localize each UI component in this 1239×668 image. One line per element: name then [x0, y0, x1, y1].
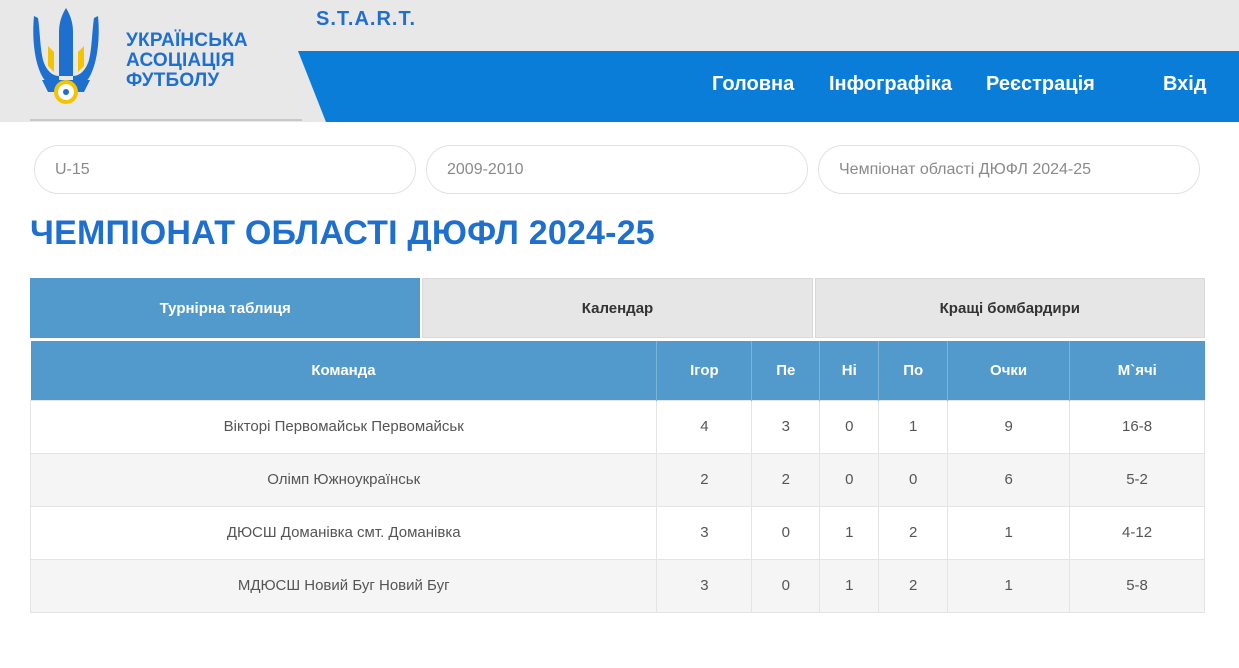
games-cell: 3	[656, 505, 753, 560]
column-header-team[interactable]: Команда	[30, 341, 658, 400]
goals-cell: 4-12	[1069, 505, 1205, 560]
column-header-losses[interactable]: По	[878, 341, 949, 400]
table-row: ДЮСШ Доманівка смт. Доманівка 3 0 1 2 1 …	[29, 505, 1205, 560]
nav-login[interactable]: Вхід	[1163, 73, 1207, 96]
page-title: ЧЕМПІОНАТ ОБЛАСТІ ДЮФЛ 2024-25	[30, 214, 655, 252]
tab-calendar[interactable]: Календар	[422, 278, 813, 338]
games-cell: 4	[656, 399, 753, 454]
team-name[interactable]: Олімп Южноукраїнськ	[29, 452, 658, 507]
draws-cell: 0	[819, 399, 880, 454]
team-name[interactable]: Вікторі Первомайськ Первомайськ	[29, 399, 658, 454]
points-cell: 1	[947, 505, 1071, 560]
logo-divider	[30, 119, 302, 121]
logo-area[interactable]: УКРАЇНСЬКА АСОЦІАЦІЯ ФУТБОЛУ	[0, 0, 330, 122]
nav-home[interactable]: Головна	[712, 73, 794, 96]
wins-cell: 2	[751, 452, 821, 507]
standings-table: Команда Ігор Пе Ні По Очки М`ячі Вікторі…	[29, 341, 1205, 613]
tab-top-scorers[interactable]: Кращі бомбардири	[814, 278, 1205, 338]
nav-registration[interactable]: Реєстрація	[986, 73, 1095, 96]
table-row: МДЮСШ Новий Буг Новий Буг 3 0 1 2 1 5-8	[29, 558, 1205, 613]
table-row: Вікторі Первомайськ Первомайськ 4 3 0 1 …	[29, 399, 1205, 454]
brand-line-1: УКРАЇНСЬКА	[126, 30, 248, 51]
site-header: УКРАЇНСЬКА АСОЦІАЦІЯ ФУТБОЛУ S.T.A.R.T. …	[0, 0, 1239, 122]
column-header-goals[interactable]: М`ячі	[1069, 341, 1205, 400]
project-title[interactable]: S.T.A.R.T.	[316, 8, 416, 31]
losses-cell: 0	[878, 452, 949, 507]
points-cell: 1	[947, 558, 1071, 613]
nav-infographics[interactable]: Інфографіка	[829, 73, 952, 96]
draws-cell: 1	[819, 558, 880, 613]
age-group-select[interactable]: U-15	[34, 145, 416, 194]
goals-cell: 5-8	[1069, 558, 1205, 613]
losses-cell: 2	[878, 505, 949, 560]
brand-name: УКРАЇНСЬКА АСОЦІАЦІЯ ФУТБОЛУ	[126, 31, 248, 91]
team-name[interactable]: МДЮСШ Новий Буг Новий Буг	[29, 558, 658, 613]
wins-cell: 0	[751, 558, 821, 613]
wins-cell: 0	[751, 505, 821, 560]
goals-cell: 5-2	[1069, 452, 1205, 507]
losses-cell: 1	[878, 399, 949, 454]
brand-line-3: ФУТБОЛУ	[126, 70, 220, 91]
tab-standings[interactable]: Турнірна таблиця	[30, 278, 421, 338]
games-cell: 2	[656, 452, 753, 507]
trident-logo-icon	[33, 8, 99, 104]
wins-cell: 3	[751, 399, 821, 454]
games-cell: 3	[656, 558, 753, 613]
table-header-row: Команда Ігор Пе Ні По Очки М`ячі	[30, 341, 1205, 400]
tabs-bar: Турнірна таблиця Календар Кращі бомбарди…	[30, 278, 1205, 338]
draws-cell: 0	[819, 452, 880, 507]
team-name[interactable]: ДЮСШ Доманівка смт. Доманівка	[29, 505, 658, 560]
birth-years-select[interactable]: 2009-2010	[426, 145, 808, 194]
table-row: Олімп Южноукраїнськ 2 2 0 0 6 5-2	[29, 452, 1205, 507]
losses-cell: 2	[878, 558, 949, 613]
column-header-wins[interactable]: Пе	[751, 341, 821, 400]
brand-line-2: АСОЦІАЦІЯ	[126, 50, 235, 71]
goals-cell: 16-8	[1069, 399, 1205, 454]
points-cell: 6	[947, 452, 1071, 507]
column-header-draws[interactable]: Ні	[819, 341, 880, 400]
draws-cell: 1	[819, 505, 880, 560]
column-header-points[interactable]: Очки	[947, 341, 1071, 400]
column-header-games[interactable]: Ігор	[656, 341, 753, 400]
points-cell: 9	[947, 399, 1071, 454]
tournament-select[interactable]: Чемпіонат області ДЮФЛ 2024-25	[818, 145, 1200, 194]
